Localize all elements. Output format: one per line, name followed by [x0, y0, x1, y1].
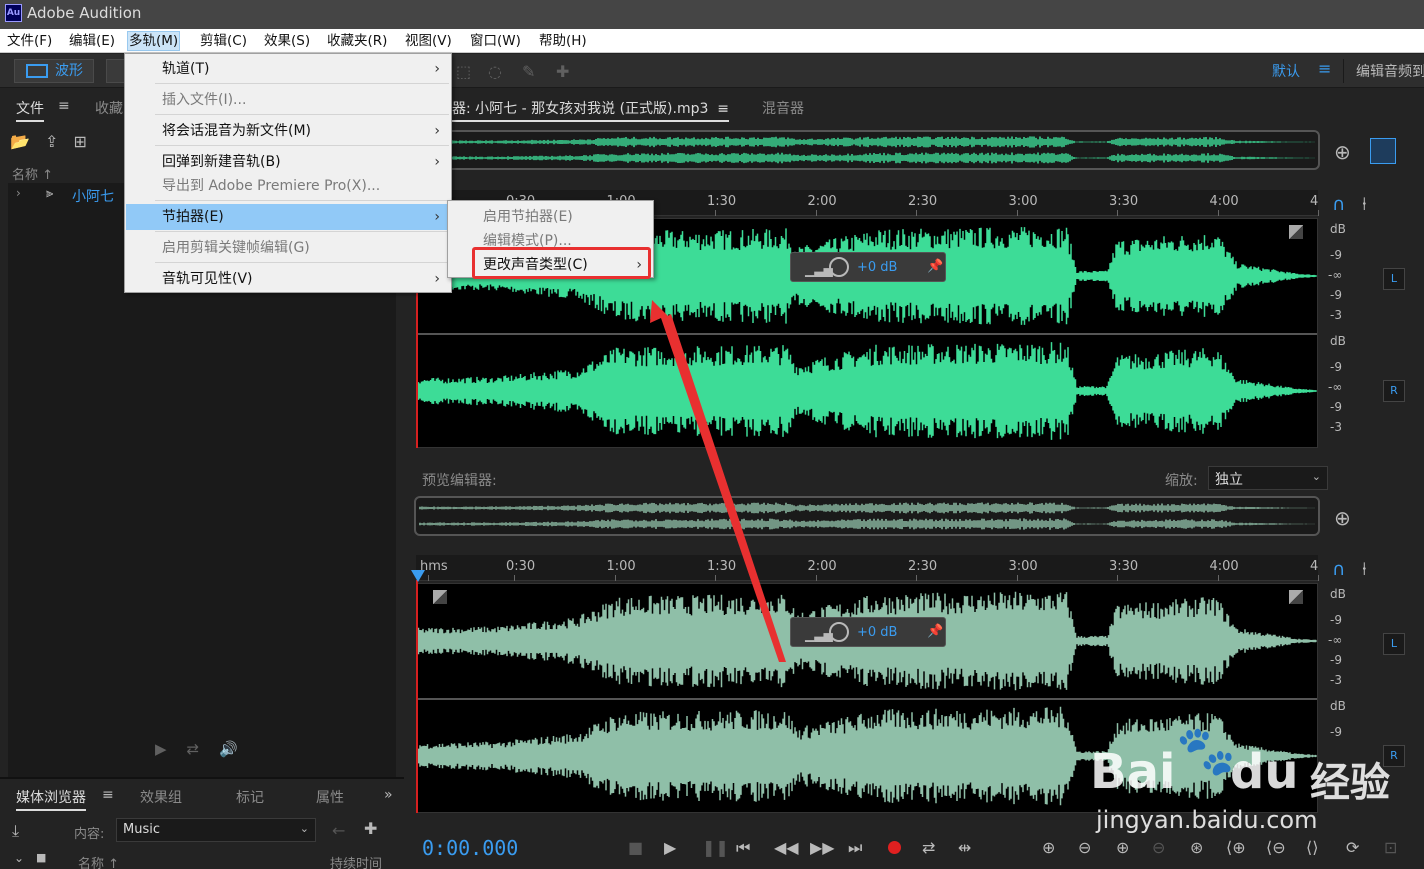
watermark-brand: Bai [1090, 744, 1176, 800]
watermark-brand-2: du [1230, 744, 1299, 800]
watermark-brand-3: 经验 [1310, 760, 1390, 806]
baidu-watermark: Bai 🐾 du 经验 jingyan.baidu.com [1080, 716, 1420, 866]
watermark-url: jingyan.baidu.com [1096, 806, 1318, 834]
paw-logo-icon: 🐾 [1176, 723, 1236, 779]
red-arrow [650, 300, 786, 662]
